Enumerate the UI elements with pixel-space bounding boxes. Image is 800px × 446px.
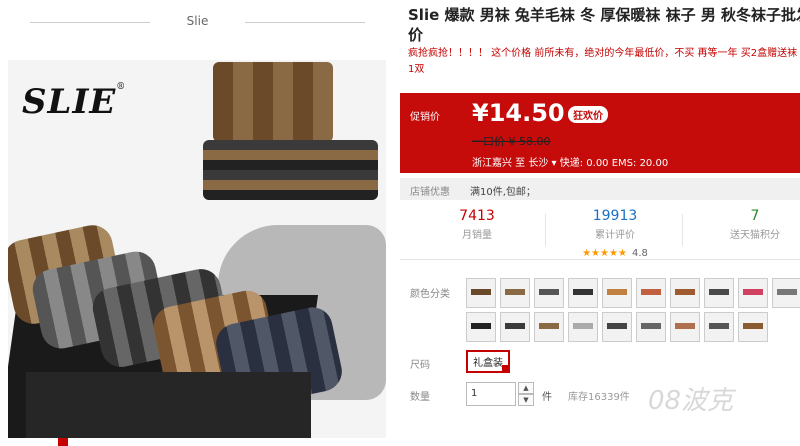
rating-row: ★★★★★ 4.8 [550,241,680,260]
color-swatch[interactable] [602,278,632,308]
points-number: 7 [750,208,760,224]
stat-monthly-sales: 7413 月销量 [412,208,542,241]
divider [545,214,546,246]
product-info: Slie 爆款 男袜 兔羊毛袜 冬 厚保暖袜 袜子 男 秋冬袜子批发 价 疯抢疯… [400,0,800,446]
sales-stats: 7413 月销量 19913 累计评价 ★★★★★ 4.8 7 送天猫积分 [400,200,800,260]
logo-text: SLIE [22,82,117,122]
color-swatch[interactable] [602,312,632,342]
color-swatch[interactable] [670,278,700,308]
color-swatch[interactable] [670,312,700,342]
product-title-cont: 价 [408,26,424,44]
sock-brown-standing [213,62,333,142]
color-swatch[interactable] [738,278,768,308]
size-option-label: 礼盒装 [473,358,503,369]
qty-increase-button[interactable]: ▲ [518,382,534,394]
stat-points: 7 送天猫积分 [690,208,800,241]
qty-decrease-button[interactable]: ▼ [518,394,534,406]
rating-value: 4.8 [632,248,648,259]
qty-label: 数量 [410,392,430,403]
color-swatch[interactable] [466,312,496,342]
reviews-caption: 累计评价 [595,230,635,241]
color-swatch[interactable] [568,312,598,342]
watermark: 08波克 [648,386,734,416]
color-swatch[interactable] [772,278,800,308]
product-gallery: Slie SLIE® [0,0,395,446]
star-rating-icon: ★★★★★ [582,248,627,259]
product-image[interactable]: SLIE® [8,60,386,438]
brand-header: Slie [30,12,365,32]
price-panel: 促销价 ¥14.50 狂欢价 一口价 ¥ 58.00 浙江嘉兴 至 长沙 ▾ 快… [400,93,800,173]
color-swatch[interactable] [738,312,768,342]
stat-reviews[interactable]: 19913 累计评价 ★★★★★ 4.8 [550,208,680,260]
product-subtitle: 疯抢疯抢！！！！ 这个价格 前所未有，绝对的今年最低价，不买 再等一年 买2盒赠… [408,48,798,75]
color-swatch[interactable] [534,278,564,308]
price-tag-badge: 狂欢价 [568,106,608,123]
original-price: 一口价 ¥ 58.00 [472,135,551,148]
monthly-sales-number: 7413 [459,208,495,224]
selected-check-icon [502,365,510,373]
divider [245,22,365,23]
shop-promo: 店铺优惠 满10件,包邮； [400,178,800,200]
monthly-sales-caption: 月销量 [462,230,492,241]
color-swatch[interactable] [636,312,666,342]
sock-stack [203,140,378,200]
points-caption: 送天猫积分 [730,230,780,241]
color-swatch[interactable] [704,278,734,308]
stock-count: 库存16339件 [568,392,630,403]
size-option-gift-box[interactable]: 礼盒装 [466,350,510,373]
color-swatch[interactable] [568,278,598,308]
color-swatch[interactable] [500,278,530,308]
brand-name[interactable]: Slie [30,14,365,28]
shipping-info[interactable]: 浙江嘉兴 至 长沙 ▾ 快递: 0.00 EMS: 20.00 [472,154,668,169]
promo-price: ¥14.50 [472,99,565,127]
reviews-number: 19913 [592,208,638,224]
product-title: Slie 爆款 男袜 兔羊毛袜 冬 厚保暖袜 袜子 男 秋冬袜子批发 [408,6,800,24]
brand-logo: SLIE® [22,82,126,122]
price-label: 促销价 [410,112,440,123]
qty-unit: 件 [542,392,552,403]
color-swatch[interactable] [704,312,734,342]
gift-box-front [26,372,311,438]
color-swatch[interactable] [636,278,666,308]
color-swatch[interactable] [534,312,564,342]
bottom-tag [58,438,68,446]
quantity-input[interactable]: 1 [466,382,516,406]
color-label: 颜色分类 [410,289,450,300]
size-label: 尺码 [410,360,430,371]
divider [682,214,683,246]
promo-text: 满10件,包邮； [470,187,536,198]
registered-mark: ® [116,82,127,92]
promo-label: 店铺优惠 [410,187,450,198]
color-swatch[interactable] [500,312,530,342]
color-swatch[interactable] [466,278,496,308]
